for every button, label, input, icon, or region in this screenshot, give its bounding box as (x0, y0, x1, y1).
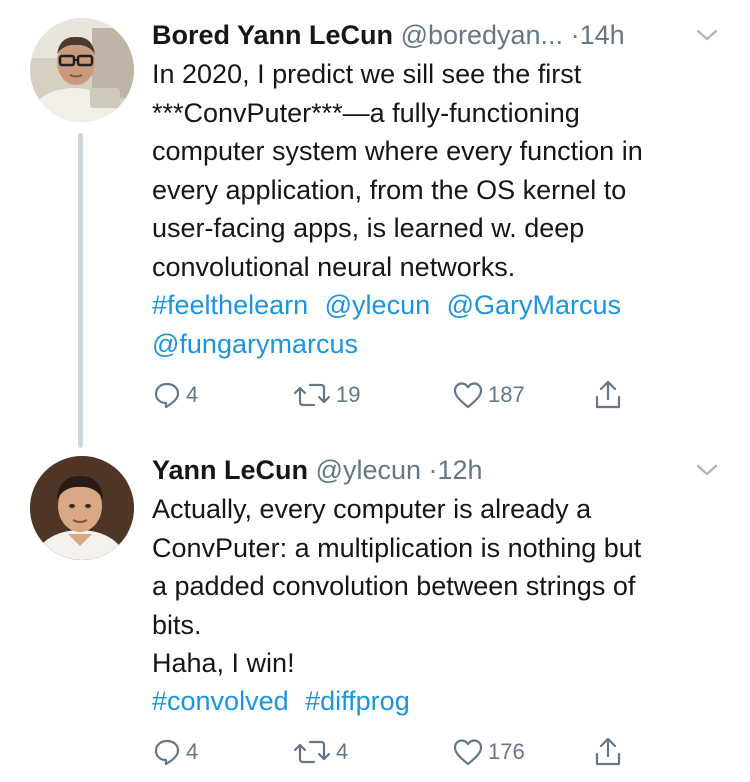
hashtag-link[interactable]: #diffprog (305, 686, 410, 716)
like-icon (453, 382, 483, 409)
reply-button[interactable]: 4 (152, 375, 198, 415)
share-button[interactable] (592, 732, 624, 772)
timestamp[interactable]: 12h (438, 455, 483, 485)
user-handle[interactable]: @boredyan... (401, 20, 564, 50)
share-button[interactable] (592, 375, 624, 415)
tweet-text: In 2020, I predict we sill see the first… (152, 59, 643, 282)
avatar-photo (30, 18, 134, 122)
like-icon (453, 739, 483, 766)
tweet-tags: #feelthelearn @ylecun @GaryMarcus @funga… (152, 286, 710, 363)
chevron-down-icon[interactable] (694, 23, 720, 47)
share-icon (595, 380, 621, 409)
avatar[interactable] (30, 456, 134, 560)
tweet-actions: 4 4 176 (152, 732, 712, 772)
tweet-header: Yann LeCun @ylecun ·12h (152, 450, 730, 490)
like-count: 176 (488, 739, 525, 764)
tweet[interactable]: Yann LeCun @ylecun ·12h Actually, every … (0, 440, 750, 782)
retweet-count: 4 (336, 739, 349, 764)
timestamp[interactable]: 14h (580, 20, 625, 50)
like-button[interactable]: 187 (452, 375, 525, 415)
reply-icon (154, 382, 180, 409)
retweet-count: 19 (336, 382, 361, 407)
retweet-button[interactable]: 19 (292, 375, 360, 415)
user-handle[interactable]: @ylecun (316, 455, 421, 485)
reply-count: 4 (186, 739, 199, 764)
avatar-photo (30, 456, 134, 560)
reply-button[interactable]: 4 (152, 732, 198, 772)
tweet-text: Actually, every computer is already a Co… (152, 494, 642, 678)
mention-link[interactable]: @GaryMarcus (447, 290, 621, 320)
separator-dot: · (570, 20, 580, 50)
display-name[interactable]: Yann LeCun (152, 455, 308, 485)
tweet-actions: 4 19 187 (152, 375, 712, 415)
chevron-down-icon[interactable] (694, 458, 720, 482)
tweet-tags: #convolved #diffprog (152, 682, 710, 721)
retweet-button[interactable]: 4 (292, 732, 348, 772)
reply-icon (154, 739, 180, 766)
tweet-header: Bored Yann LeCun @boredyan... ·14h (152, 15, 730, 55)
reply-count: 4 (186, 382, 199, 407)
mention-link[interactable]: @ylecun (325, 290, 430, 320)
avatar[interactable] (30, 18, 134, 122)
share-icon (595, 737, 621, 766)
hashtag-link[interactable]: #convolved (152, 686, 289, 716)
display-name[interactable]: Bored Yann LeCun (152, 20, 393, 50)
retweet-icon (293, 383, 331, 407)
retweet-icon (293, 740, 331, 764)
hashtag-link[interactable]: #feelthelearn (152, 290, 308, 320)
like-button[interactable]: 176 (452, 732, 525, 772)
mention-link[interactable]: @fungarymarcus (152, 329, 358, 359)
tweet[interactable]: Bored Yann LeCun @boredyan... ·14h In 20… (0, 0, 750, 440)
separator-dot: · (428, 455, 438, 485)
like-count: 187 (488, 382, 525, 407)
